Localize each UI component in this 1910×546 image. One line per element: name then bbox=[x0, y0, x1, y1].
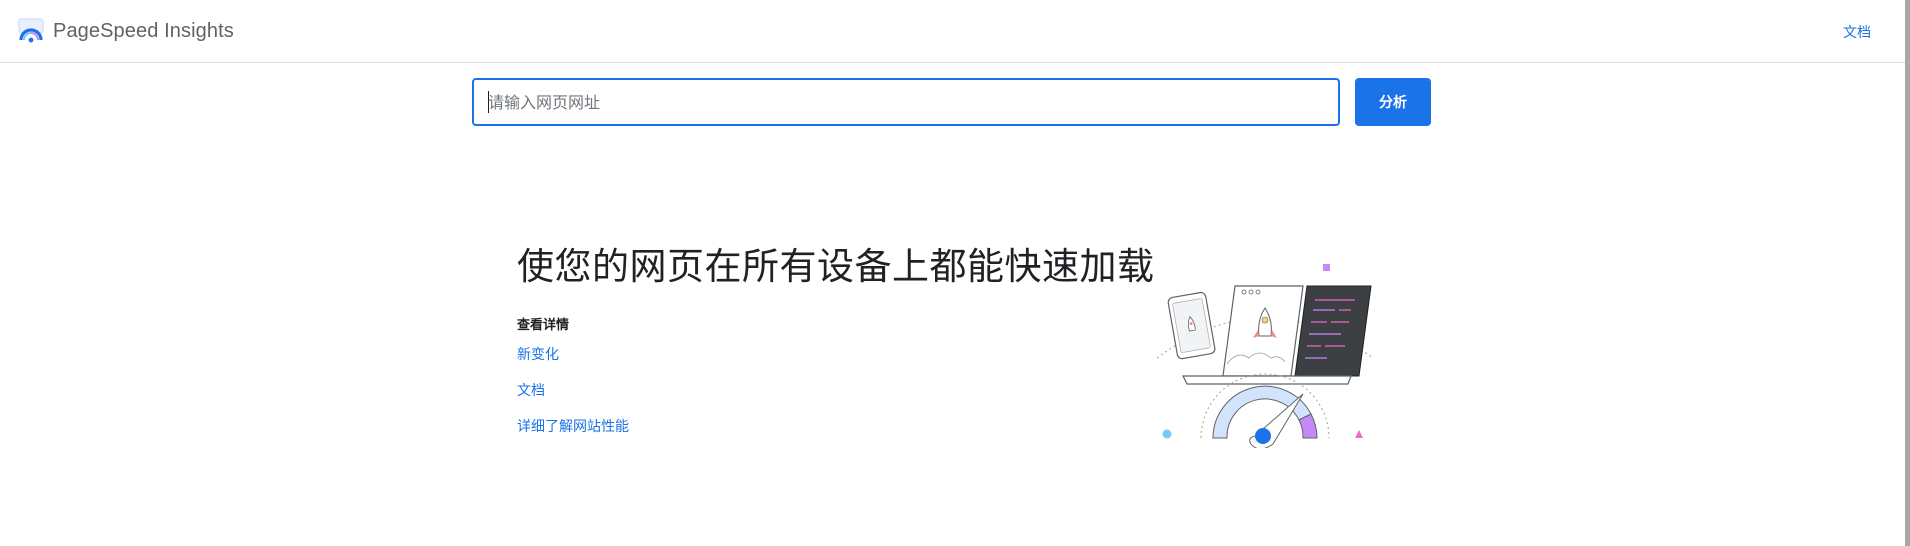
blue-dot-shape bbox=[1162, 429, 1172, 439]
text-caret bbox=[488, 91, 489, 113]
laptop-icon bbox=[1222, 285, 1304, 377]
purple-square-shape bbox=[1323, 264, 1330, 271]
analyze-button[interactable]: 分析 bbox=[1355, 78, 1431, 126]
whats-new-link[interactable]: 新变化 bbox=[517, 344, 559, 364]
speed-gauge-icon bbox=[1200, 373, 1330, 448]
vertical-scrollbar[interactable] bbox=[1905, 0, 1910, 546]
details-heading: 查看详情 bbox=[517, 318, 570, 333]
pink-triangle-shape bbox=[1355, 430, 1363, 438]
hero-title: 使您的网页在所有设备上都能快速加载 bbox=[517, 245, 1155, 288]
docs-link[interactable]: 文档 bbox=[517, 380, 545, 400]
learn-performance-link[interactable]: 详细了解网站性能 bbox=[517, 416, 629, 436]
url-input[interactable] bbox=[472, 78, 1340, 126]
top-app-bar: PageSpeed Insights 文档 bbox=[0, 0, 1905, 63]
app-name: PageSpeed Insights bbox=[53, 19, 234, 42]
pagespeed-logo-icon bbox=[18, 18, 44, 43]
app-logo[interactable]: PageSpeed Insights bbox=[18, 17, 234, 45]
phone-icon bbox=[1167, 291, 1216, 360]
speed-devices-illustration bbox=[1156, 264, 1374, 448]
code-editor-icon bbox=[1294, 285, 1372, 377]
scrollbar-thumb[interactable] bbox=[1905, 0, 1910, 546]
docs-link-header[interactable]: 文档 bbox=[1843, 22, 1871, 42]
